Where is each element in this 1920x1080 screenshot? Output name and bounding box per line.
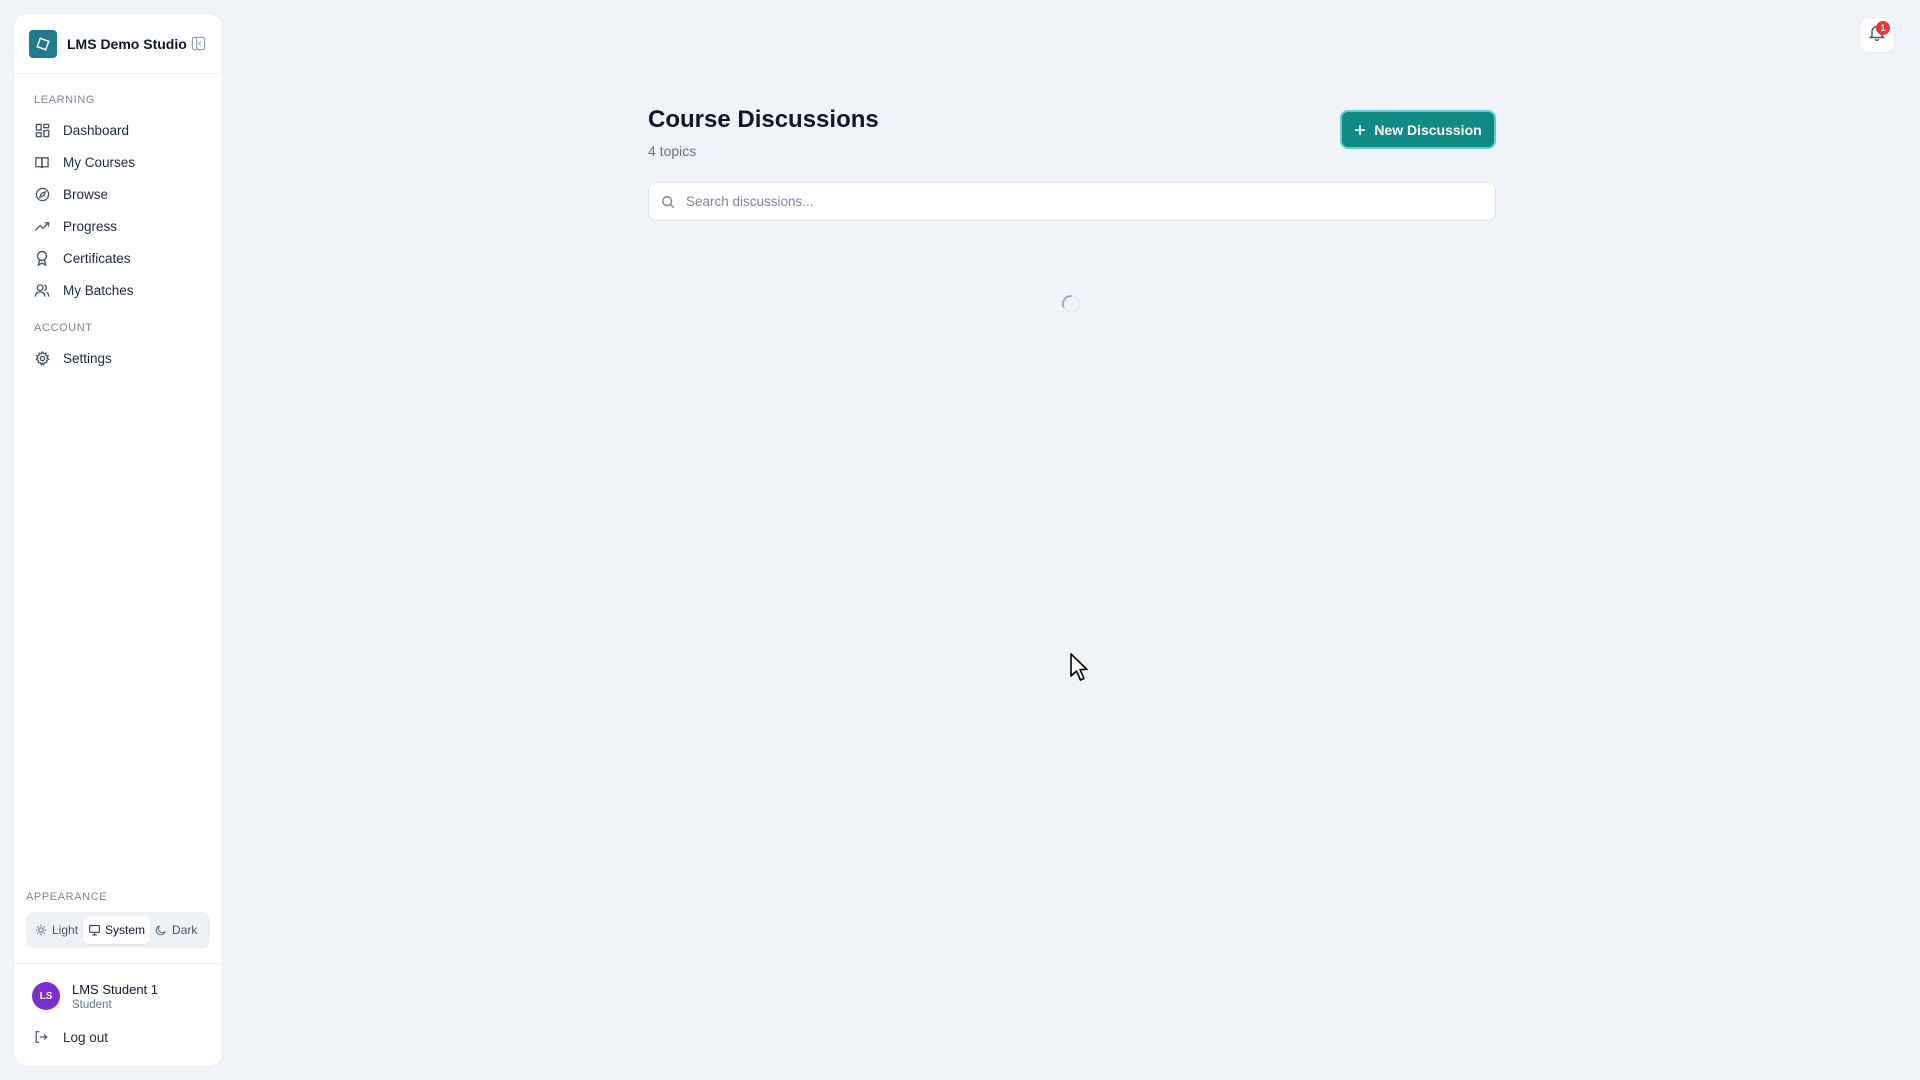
sidebar-item-label: My Courses (63, 154, 136, 170)
sidebar-item-browse[interactable]: Browse (14, 178, 222, 210)
theme-option-light[interactable]: Light (30, 916, 83, 944)
sun-icon (35, 924, 48, 937)
search-bar (648, 182, 1496, 221)
theme-option-label: Light (52, 923, 79, 937)
gear-icon (34, 350, 50, 366)
book-icon (34, 154, 50, 170)
brand-header: LMS Demo Studio (14, 14, 222, 74)
nav-group-account: Account Settings (14, 322, 222, 374)
notification-badge: 1 (1876, 21, 1890, 35)
logout-button[interactable]: Log out (14, 1022, 222, 1052)
sidebar-item-dashboard[interactable]: Dashboard (14, 114, 222, 146)
section-label-account: Account (34, 322, 93, 334)
sidebar-item-label: Browse (63, 186, 109, 202)
sidebar-nav: Learning Dashboard My Courses Browse (14, 74, 222, 891)
theme-option-dark[interactable]: Dark (150, 916, 202, 944)
sidebar: LMS Demo Studio Learning Dashboard My Co… (13, 13, 223, 1067)
mouse-cursor-icon (1069, 652, 1091, 682)
brand-logo[interactable] (29, 29, 57, 58)
brand-name: LMS Demo Studio (67, 35, 187, 52)
sidebar-item-label: Dashboard (63, 122, 130, 138)
page-heading: Course Discussions 4 topics (648, 100, 879, 159)
award-icon (34, 250, 50, 266)
sidebar-item-label: Certificates (63, 250, 131, 266)
sidebar-item-progress[interactable]: Progress (14, 210, 222, 242)
dashboard-icon (34, 122, 50, 138)
logout-label: Log out (63, 1029, 109, 1045)
notifications-button[interactable]: 1 (1859, 17, 1895, 53)
users-icon (34, 282, 50, 298)
moon-icon (155, 924, 168, 937)
section-label-learning: Learning (34, 94, 96, 106)
section-label-appearance: Appearance (26, 891, 108, 903)
search-input[interactable] (686, 194, 1483, 209)
user-profile[interactable]: LS LMS Student 1 Student (14, 978, 222, 1014)
search-icon (661, 194, 676, 209)
compass-icon (34, 186, 50, 202)
theme-switch: Light System Dark (26, 912, 210, 948)
user-role: Student (72, 998, 112, 1011)
nav-group-learning: Learning Dashboard My Courses Browse (14, 94, 222, 306)
logout-icon (34, 1030, 49, 1045)
theme-option-label: System (105, 923, 146, 937)
theme-option-label: Dark (172, 923, 198, 937)
trending-up-icon (34, 218, 50, 234)
page-header: Course Discussions 4 topics New Discussi… (648, 100, 1496, 164)
avatar: LS (32, 982, 60, 1010)
main-content: Course Discussions 4 topics New Discussi… (648, 100, 1496, 221)
sidebar-item-label: Progress (63, 218, 118, 234)
user-name: LMS Student 1 (72, 981, 158, 997)
sidebar-item-settings[interactable]: Settings (14, 342, 222, 374)
sidebar-item-certificates[interactable]: Certificates (14, 242, 222, 274)
new-discussion-label: New Discussion (1374, 121, 1482, 138)
new-discussion-button[interactable]: New Discussion (1340, 110, 1496, 149)
sidebar-toggle-icon[interactable] (190, 36, 206, 52)
sidebar-item-label: My Batches (63, 282, 134, 298)
page-title: Course Discussions (648, 106, 879, 133)
sidebar-item-my-courses[interactable]: My Courses (14, 146, 222, 178)
sidebar-item-my-batches[interactable]: My Batches (14, 274, 222, 306)
topic-count: 4 topics (648, 143, 697, 159)
loading-spinner-icon (1061, 294, 1081, 314)
sidebar-footer: LS LMS Student 1 Student Log out (14, 963, 222, 1066)
plus-icon (1354, 124, 1366, 136)
sidebar-item-label: Settings (63, 350, 112, 366)
theme-option-system[interactable]: System (83, 916, 151, 944)
user-info: LMS Student 1 Student (72, 982, 158, 1011)
monitor-icon (88, 924, 101, 937)
appearance-section: Appearance Light System Dark (14, 891, 222, 948)
